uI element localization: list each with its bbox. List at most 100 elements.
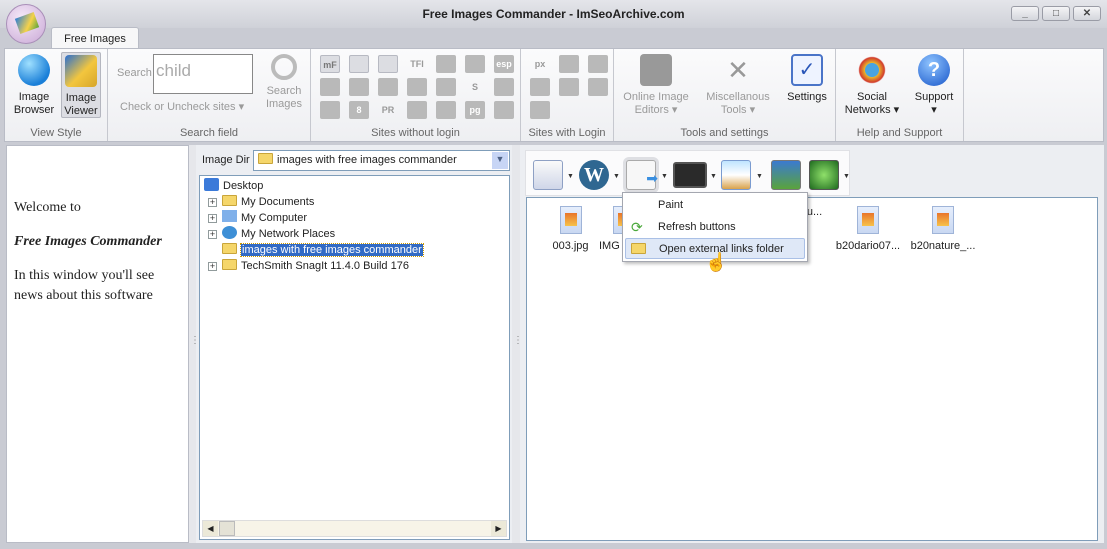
misc-tools-button[interactable]: ✕ Miscellanous Tools ▾ — [702, 52, 774, 118]
site-icon[interactable] — [494, 78, 514, 96]
site-icon[interactable] — [378, 78, 398, 96]
horizontal-scrollbar[interactable]: ◀ ▶ — [202, 520, 507, 537]
image-viewer-icon — [65, 55, 97, 87]
help-icon: ? — [918, 54, 950, 86]
menu-item-paint[interactable]: Paint — [625, 195, 805, 216]
scroll-right-icon: ▶ — [491, 521, 506, 536]
site-icon[interactable] — [349, 55, 369, 73]
file-item[interactable]: b20dario07... — [828, 206, 908, 252]
screensaver-button[interactable] — [809, 160, 839, 190]
image-viewer-button[interactable]: Image Viewer — [61, 52, 101, 118]
site-icon[interactable] — [559, 55, 579, 73]
online-image-editors-button[interactable]: Online Image Editors ▾ — [620, 52, 692, 118]
tab-free-images[interactable]: Free Images — [51, 27, 139, 49]
site-icon[interactable] — [530, 78, 550, 96]
dropdown-arrow-icon: ▼ — [756, 173, 763, 180]
support-button[interactable]: ? Support ▾ — [908, 52, 960, 118]
expand-icon: + — [208, 197, 217, 207]
file-item[interactable]: 003.jpg — [533, 206, 608, 252]
welcome-text: Welcome to — [14, 200, 81, 215]
dropdown-arrow-icon: ▼ — [613, 173, 620, 180]
site-icon[interactable] — [407, 78, 427, 96]
minimize-button[interactable]: _ — [1011, 6, 1039, 21]
site-icon[interactable]: S — [465, 78, 485, 96]
chevron-down-icon[interactable]: ▼ — [492, 152, 508, 169]
site-icon[interactable] — [320, 78, 340, 96]
image-viewer-button[interactable] — [721, 160, 751, 190]
group-label: View Style — [30, 127, 82, 139]
image-dir-combo[interactable]: images with free images commander ▼ — [253, 150, 510, 171]
group-tools-settings: Online Image Editors ▾ ✕ Miscellanous To… — [614, 49, 836, 141]
site-icon[interactable] — [494, 101, 514, 119]
group-label: Sites without login — [371, 127, 460, 139]
site-icon[interactable] — [559, 78, 579, 96]
site-icon[interactable] — [320, 101, 340, 119]
splitter-left[interactable] — [189, 145, 200, 543]
tree-node-snagit[interactable]: + TechSmith SnagIt 11.4.0 Build 176 — [208, 258, 409, 274]
site-icon[interactable] — [436, 78, 456, 96]
site-icon[interactable]: px — [530, 55, 550, 73]
expand-icon: + — [208, 213, 217, 223]
external-links-button[interactable]: ➡ — [626, 160, 658, 190]
news-text: In this window you'll see news about thi… — [14, 268, 155, 303]
news-pane: Welcome to Free Images Commander In this… — [6, 145, 189, 543]
tree-node-desktop[interactable]: Desktop — [204, 178, 263, 194]
window-title: Free Images Commander - ImSeoArchive.com — [422, 7, 685, 21]
search-label: Search — [117, 67, 152, 79]
tree-node-my-computer[interactable]: + My Computer — [208, 210, 307, 226]
title-bar: Free Images Commander - ImSeoArchive.com… — [0, 0, 1107, 28]
site-icon[interactable] — [349, 78, 369, 96]
arrow-right-icon: ➡ — [646, 170, 658, 186]
folder-icon — [222, 259, 237, 270]
dropdown-arrow-icon: ▼ — [567, 173, 574, 180]
image-browser-button[interactable]: Image Browser — [9, 52, 59, 118]
maximize-button[interactable]: □ — [1042, 6, 1070, 21]
site-icon[interactable]: TFI — [407, 55, 427, 73]
site-icon[interactable] — [588, 78, 608, 96]
wordpress-button[interactable]: W — [579, 160, 609, 190]
site-icon[interactable] — [588, 55, 608, 73]
image-file-icon — [932, 206, 954, 234]
group-label: Sites with Login — [528, 127, 606, 139]
check-sites-dropdown[interactable]: Check or Uncheck sites ▾ — [120, 100, 244, 113]
dropdown-arrow-icon: ▼ — [710, 173, 717, 180]
globe-icon — [18, 54, 50, 86]
tree-node-my-documents[interactable]: + My Documents — [208, 194, 314, 210]
hand-cursor-icon: ☝ — [705, 252, 728, 272]
site-icon[interactable] — [436, 101, 456, 119]
group-sites-without-login: Sites without login mF TFI esp S 8 PR pg — [311, 49, 521, 141]
tree-node-images[interactable]: images with free images commander — [222, 242, 424, 258]
site-icon[interactable] — [436, 55, 456, 73]
image-settings-button[interactable] — [771, 160, 801, 190]
site-icon[interactable]: esp — [494, 55, 514, 73]
network-icon — [222, 226, 237, 239]
image-editor-icon — [640, 54, 672, 86]
group-search-field: Search child Check or Uncheck sites ▾ Se… — [108, 49, 311, 141]
site-icon[interactable] — [465, 55, 485, 73]
settings-button[interactable]: ✓ Settings — [782, 52, 832, 118]
social-networks-button[interactable]: Social Networks ▾ — [840, 52, 904, 118]
splitter-right[interactable] — [512, 145, 523, 543]
site-icon[interactable] — [407, 101, 427, 119]
desktop-icon — [204, 178, 219, 191]
tree-node-network[interactable]: + My Network Places — [208, 226, 335, 242]
app-menu-button[interactable] — [6, 4, 46, 44]
group-label: Help and Support — [856, 127, 943, 139]
site-icon[interactable] — [530, 101, 550, 119]
dropdown-arrow-icon: ▼ — [843, 173, 850, 180]
console-button[interactable] — [673, 162, 707, 188]
site-icon[interactable]: pg — [465, 101, 485, 119]
search-images-button[interactable]: Search Images — [260, 52, 308, 118]
site-icon[interactable]: PR — [378, 101, 398, 119]
search-input[interactable]: child — [153, 54, 253, 94]
menu-item-refresh-buttons[interactable]: ⟳ Refresh buttons — [625, 217, 805, 238]
close-button[interactable]: ✕ — [1073, 6, 1101, 21]
group-label: Search field — [179, 127, 239, 139]
palette-button[interactable] — [533, 160, 563, 190]
image-file-icon — [559, 206, 582, 234]
site-icon[interactable] — [378, 55, 398, 73]
file-item[interactable]: b20nature_... — [903, 206, 983, 252]
site-icon[interactable]: mF — [320, 55, 340, 73]
site-icon[interactable]: 8 — [349, 101, 369, 119]
folder-icon — [631, 243, 646, 254]
